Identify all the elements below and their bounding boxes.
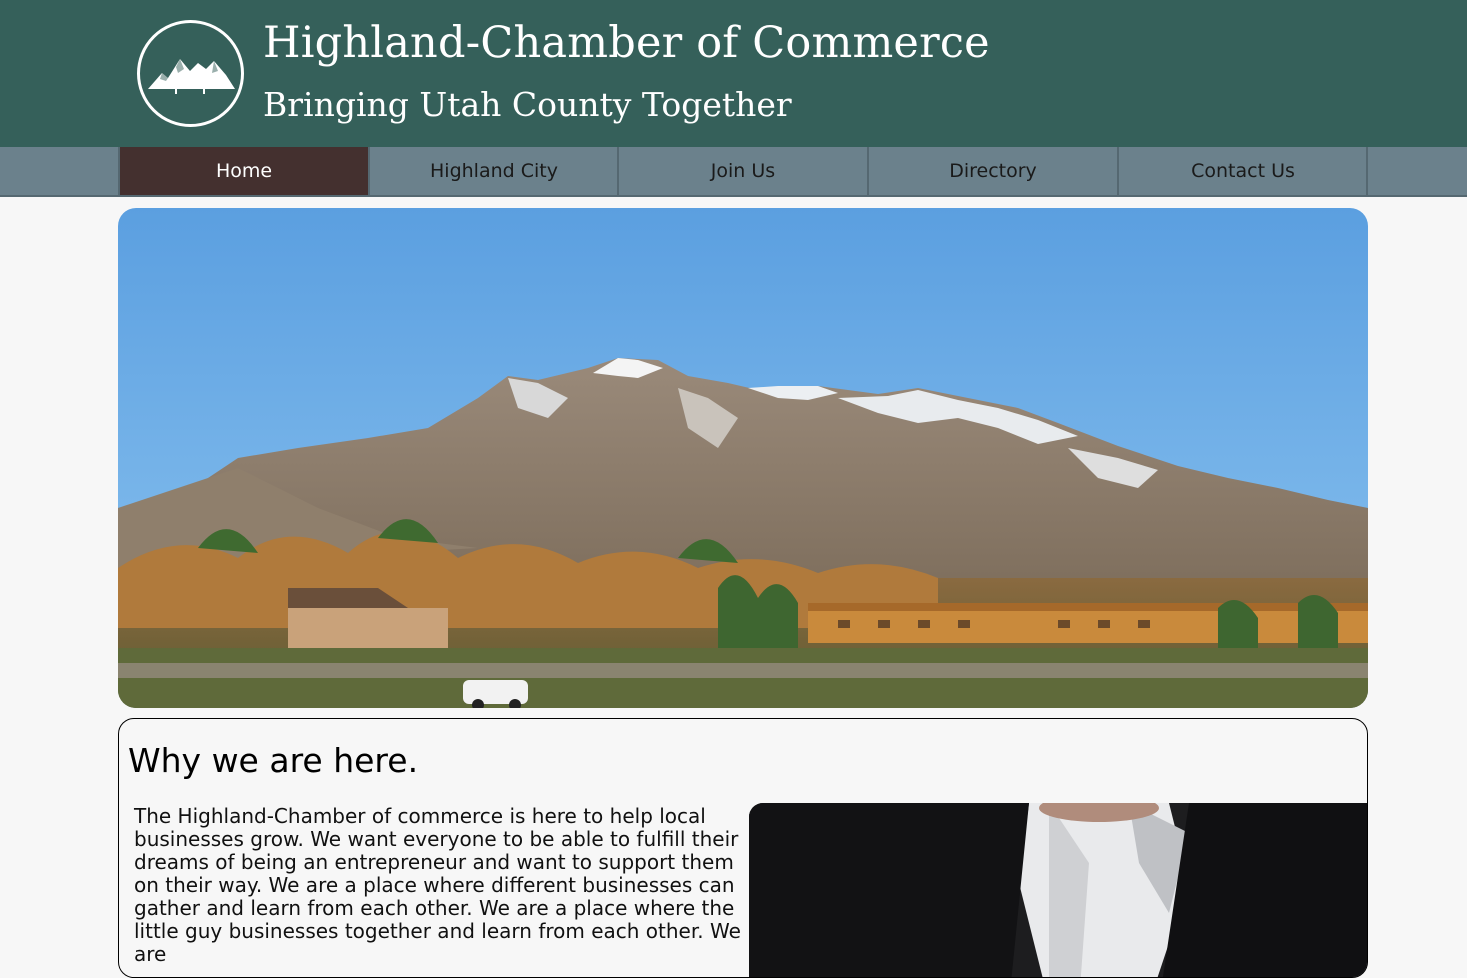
nav-contact-us[interactable]: Contact Us <box>1117 147 1367 195</box>
why-section: Why we are here. The Highland-Chamber of… <box>118 718 1368 978</box>
site-title: Highland-Chamber of Commerce <box>263 18 990 68</box>
why-body-text: The Highland-Chamber of commerce is here… <box>134 804 741 966</box>
nav-home[interactable]: Home <box>118 147 368 195</box>
site-header: Highland-Chamber of Commerce Bringing Ut… <box>0 0 1467 147</box>
why-heading: Why we are here. <box>128 741 419 780</box>
nav-divider <box>1366 147 1368 195</box>
main-navigation: Home Highland City Join Us Directory Con… <box>0 147 1467 197</box>
nav-directory[interactable]: Directory <box>867 147 1117 195</box>
nav-join-us[interactable]: Join Us <box>617 147 867 195</box>
chamber-logo[interactable] <box>137 20 244 127</box>
mountain-logo-icon <box>148 59 235 94</box>
hero-mountain-image <box>118 208 1368 708</box>
businessman-photo <box>749 803 1367 977</box>
site-subtitle: Bringing Utah County Together <box>263 85 792 124</box>
nav-highland-city[interactable]: Highland City <box>368 147 618 195</box>
